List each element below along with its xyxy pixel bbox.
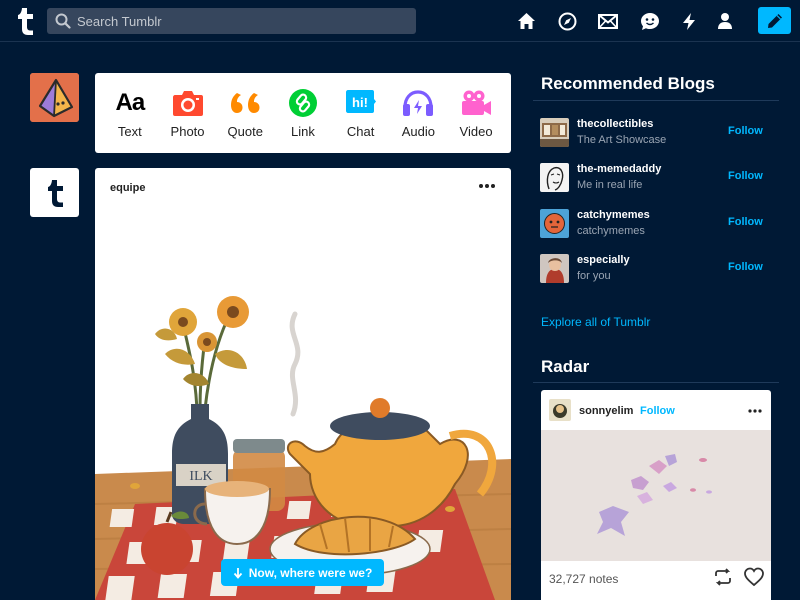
search-icon (55, 13, 71, 29)
activity-icon[interactable] (679, 11, 699, 31)
blog-avatar[interactable] (540, 163, 569, 192)
home-icon[interactable] (516, 11, 536, 31)
recommended-blog-row[interactable]: thecollectibles The Art Showcase Follow (540, 117, 780, 151)
post-author[interactable]: equipe (110, 182, 145, 194)
dashboard-post: equipe ILK (95, 168, 511, 600)
blog-subtitle: The Art Showcase (577, 134, 667, 146)
post-type-audio[interactable]: Audio (392, 88, 444, 139)
post-type-text[interactable]: Aa Text (104, 88, 156, 139)
recommended-blog-row[interactable]: catchymemes catchymemes Follow (540, 208, 780, 242)
blog-avatar[interactable] (540, 254, 569, 283)
more-options-icon[interactable] (747, 406, 763, 416)
post-type-label: Quote (227, 123, 263, 139)
blog-subtitle: for you (577, 270, 611, 282)
now-where-were-we-button[interactable]: Now, where were we? (221, 559, 384, 586)
more-options-icon[interactable] (477, 180, 497, 192)
radar-title: Radar (541, 357, 590, 376)
explore-all-link[interactable]: Explore all of Tumblr (541, 315, 650, 329)
post-type-label: Chat (346, 123, 375, 139)
explore-icon[interactable] (557, 11, 577, 31)
radar-username[interactable]: sonnyelim (579, 405, 633, 417)
headphones-icon (402, 88, 434, 118)
post-type-photo[interactable]: Photo (162, 88, 214, 139)
search-input[interactable] (77, 13, 407, 29)
blog-name[interactable]: catchymemes (577, 209, 650, 221)
recommended-blog-row[interactable]: especially for you Follow (540, 253, 780, 287)
post-type-label: Photo (170, 123, 205, 139)
recommended-blog-row[interactable]: the-memedaddy Me in real life Follow (540, 162, 780, 196)
follow-button[interactable]: Follow (728, 170, 763, 182)
account-icon[interactable] (715, 11, 735, 31)
svg-text:ILK: ILK (189, 469, 212, 484)
post-type-video[interactable]: Video (450, 88, 502, 139)
follow-button[interactable]: Follow (640, 405, 675, 417)
pill-label: Now, where were we? (248, 565, 373, 580)
chat-icon: hi! (345, 88, 377, 118)
post-type-bar: Aa Text Photo Quote Link hi! Chat Audio … (95, 73, 511, 153)
post-type-label: Video (459, 123, 493, 139)
radar-user-avatar[interactable] (549, 399, 571, 421)
divider (533, 382, 779, 383)
messages-icon[interactable] (640, 11, 660, 31)
pencil-icon (767, 13, 782, 28)
arrow-down-icon (233, 567, 242, 579)
top-nav (0, 0, 800, 42)
post-type-label: Text (117, 123, 142, 139)
divider (533, 100, 779, 101)
compose-button[interactable] (758, 7, 791, 34)
video-camera-icon (460, 88, 492, 118)
user-avatar[interactable] (30, 73, 79, 122)
post-type-label: Audio (401, 123, 435, 139)
post-type-chat[interactable]: hi! Chat (335, 88, 387, 139)
blog-name[interactable]: especially (577, 254, 630, 266)
inbox-icon[interactable] (598, 11, 618, 31)
blog-avatar[interactable] (540, 118, 569, 147)
follow-button[interactable]: Follow (728, 261, 763, 273)
blog-avatar[interactable] (540, 209, 569, 238)
notes-count[interactable]: 32,727 notes (549, 572, 618, 586)
blog-name[interactable]: thecollectibles (577, 118, 653, 130)
post-image[interactable]: ILK (95, 204, 511, 600)
blog-name[interactable]: the-memedaddy (577, 163, 661, 175)
blog-subtitle: catchymemes (577, 225, 645, 237)
post-type-quote[interactable]: Quote (219, 88, 271, 139)
search-box[interactable] (47, 8, 416, 34)
follow-button[interactable]: Follow (728, 216, 763, 228)
radar-post-image[interactable] (541, 430, 771, 561)
camera-icon (172, 88, 204, 118)
link-icon (287, 88, 319, 118)
quote-icon (229, 88, 261, 118)
svg-text:hi!: hi! (352, 95, 368, 110)
post-type-link[interactable]: Link (277, 88, 329, 139)
radar-post: sonnyelim Follow 32,727 notes (541, 390, 771, 600)
post-type-label: Link (291, 123, 315, 139)
heart-icon[interactable] (744, 567, 764, 587)
follow-button[interactable]: Follow (728, 125, 763, 137)
tumblr-logo-icon[interactable] (14, 6, 36, 36)
text-icon: Aa (115, 88, 146, 116)
blog-subtitle: Me in real life (577, 179, 643, 191)
tumblr-logo-icon (47, 179, 63, 207)
blog-avatar-tumblr[interactable] (30, 168, 79, 217)
reblog-icon[interactable] (713, 568, 733, 586)
recommended-blogs-title: Recommended Blogs (541, 74, 715, 93)
